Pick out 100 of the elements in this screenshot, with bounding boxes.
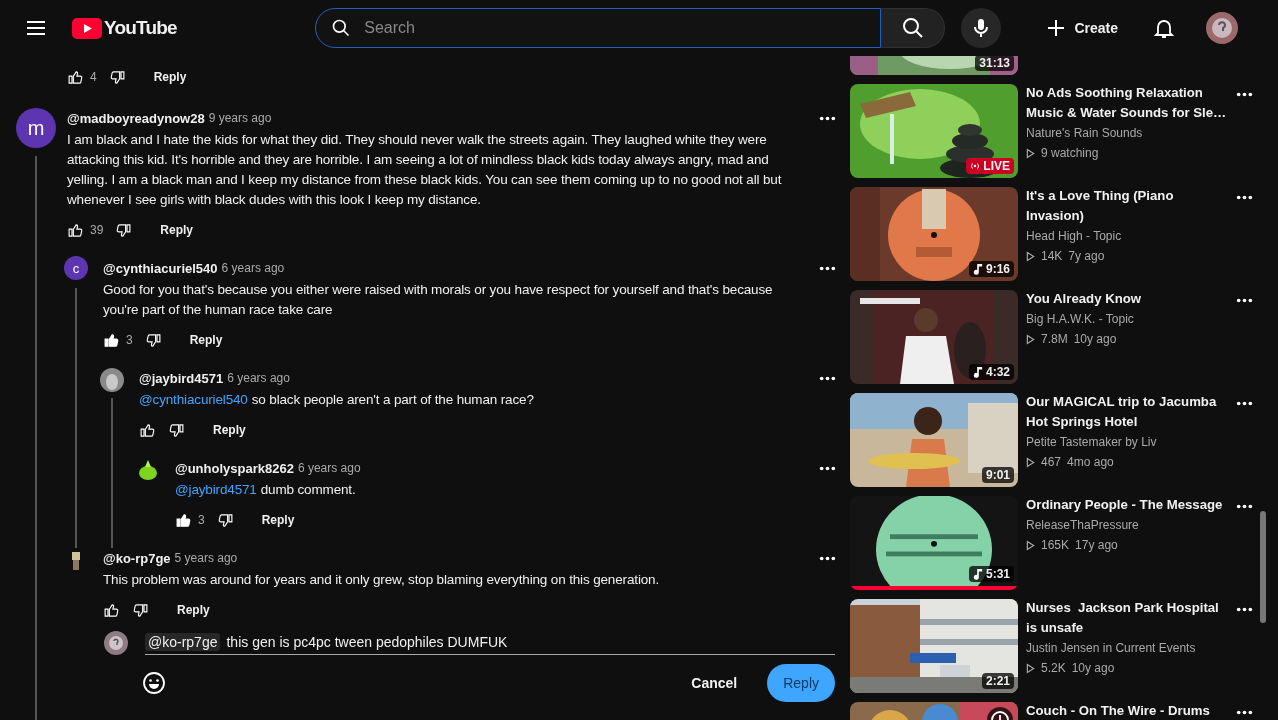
like-icon[interactable] — [67, 221, 84, 239]
like-icon[interactable] — [103, 331, 120, 349]
comment-time[interactable]: 9 years ago — [208, 111, 272, 125]
logo-text[interactable]: YouTube — [104, 17, 177, 39]
video-title[interactable]: No Ads Soothing Relaxation Music & Water Sounds for Sle… — [1026, 83, 1228, 123]
account-avatar[interactable] — [1206, 12, 1238, 44]
reply-button[interactable]: Reply — [207, 419, 252, 441]
search-icon — [900, 16, 925, 40]
avatar[interactable] — [100, 368, 124, 392]
comment-time[interactable]: 6 years ago — [297, 461, 361, 475]
reply-text: this gen is pc4pc tween pedophiles DUMFUK — [226, 634, 508, 650]
search-button[interactable] — [881, 8, 946, 48]
video-title[interactable]: Our MAGICAL trip to Jacumba Hot Springs Hotel — [1026, 392, 1228, 432]
comment-author[interactable]: @jaybird4571 — [139, 370, 224, 386]
like-count: 39 — [90, 223, 104, 237]
scrollbar[interactable] — [1260, 511, 1266, 623]
channel-name[interactable]: Head High - Topic — [1026, 226, 1228, 246]
video-stat: 165K — [1041, 537, 1070, 554]
like-icon[interactable] — [139, 421, 156, 439]
music-note-icon — [972, 366, 983, 378]
video-title[interactable]: It's a Love Thing (Piano Invasion) — [1026, 186, 1228, 226]
reply-button[interactable]: Reply — [154, 219, 200, 241]
dislike-icon[interactable] — [144, 331, 162, 349]
comment-time[interactable]: 6 years ago — [227, 371, 290, 385]
more-icon[interactable] — [819, 556, 836, 561]
mention-link[interactable]: @cynthiacuriel540 — [139, 392, 248, 407]
dislike-icon[interactable] — [115, 221, 133, 239]
video-stat: 467 — [1041, 454, 1062, 471]
cancel-button[interactable]: Cancel — [675, 665, 754, 701]
reply-field[interactable]: @ko-rp7ge this gen is pc4pc tween pedophiles DUMFUK — [145, 630, 835, 655]
avatar[interactable]: m — [16, 108, 56, 148]
mention-chip: @ko-rp7ge — [145, 633, 221, 651]
duration-text: 9:01 — [985, 468, 1010, 482]
avatar[interactable]: c — [64, 256, 88, 280]
dislike-icon[interactable] — [108, 68, 126, 86]
microphone-button[interactable] — [961, 8, 1002, 48]
channel-name[interactable]: Nature's Rain Sounds — [1026, 123, 1228, 143]
video-stat: 9 watching — [1041, 145, 1099, 162]
comment-text: so black people aren't a part of the human race? — [251, 392, 534, 407]
channel-name[interactable]: Petite Tastemaker by Liv — [1026, 432, 1228, 452]
more-icon[interactable] — [1236, 504, 1253, 509]
video-stat: 5.2K — [1041, 660, 1066, 677]
comment-text: This problem was around for years and it only grew, stop blaming everything on this generation. — [103, 572, 660, 587]
like-icon[interactable] — [175, 511, 192, 529]
video-stat: 7y ago — [1068, 248, 1105, 265]
more-icon[interactable] — [1236, 607, 1253, 612]
mention-link[interactable]: @jaybird4571 — [175, 482, 257, 497]
comment-author[interactable]: @cynthiacuriel540 — [103, 260, 218, 276]
play-icon — [1026, 333, 1035, 345]
video-title[interactable]: Nurses Jackson Park Hospital is unsafe — [1026, 598, 1228, 638]
more-icon[interactable] — [819, 466, 836, 471]
channel-name[interactable]: Big H.A.W.K. - Topic — [1026, 309, 1228, 329]
live-text: LIVE — [983, 159, 1010, 173]
more-icon[interactable] — [1236, 710, 1253, 715]
reply-button[interactable]: Reply — [183, 329, 229, 351]
more-icon[interactable] — [1236, 298, 1253, 303]
duration-text: 9:16 — [985, 262, 1010, 276]
dislike-icon[interactable] — [216, 511, 234, 529]
video-stat: 4mo ago — [1067, 454, 1114, 471]
create-button[interactable]: Create — [1032, 10, 1130, 46]
video-title[interactable]: Couch - On The Wire - Drums — [1026, 701, 1228, 720]
avatar[interactable] — [136, 458, 160, 482]
like-icon[interactable] — [67, 68, 84, 86]
more-icon[interactable] — [819, 116, 836, 121]
search-icon — [331, 18, 352, 38]
video-stat: 7.8M — [1041, 331, 1068, 348]
channel-name[interactable]: ReleaseThaPressure — [1026, 515, 1228, 535]
video-title[interactable]: Ordinary People - The Message — [1026, 495, 1228, 515]
more-icon[interactable] — [819, 266, 836, 271]
duration-text: 2:21 — [985, 674, 1010, 688]
reply-button[interactable]: Reply — [147, 66, 193, 88]
comment-time[interactable]: 6 years ago — [221, 261, 285, 275]
comment-author[interactable]: @ko-rp7ge — [103, 550, 171, 566]
more-icon[interactable] — [1236, 92, 1253, 97]
video-title[interactable]: You Already Know — [1026, 289, 1228, 309]
comment-author[interactable]: @unholyspark8262 — [175, 460, 294, 476]
reply-button[interactable]: Reply — [171, 599, 216, 621]
video-stat: 17y ago — [1075, 537, 1118, 554]
dislike-icon[interactable] — [132, 601, 149, 619]
more-icon[interactable] — [819, 376, 836, 381]
like-count: 4 — [90, 70, 97, 84]
comment-text: I am black and I hate the kids for what they did. They should never walk the streets again. They laughed white they were attacking this kid. It's horrible and they are horrible. I am seeing a lot of mindless black kids today always angry, mad and yelling. I am a black man and I keep my distance from these black kids. You can see them coming up to no good not all but whenever I see girls with black dudes with this look I keep my distance. — [67, 132, 782, 207]
comment-author[interactable]: @madboyreadynow28 — [67, 110, 205, 126]
search-field[interactable]: Search — [315, 8, 882, 48]
dislike-icon[interactable] — [168, 421, 185, 439]
like-icon[interactable] — [103, 601, 120, 619]
video-stat: 14K — [1041, 248, 1063, 265]
more-icon[interactable] — [1236, 195, 1253, 200]
emoji-icon[interactable] — [142, 671, 166, 695]
play-icon — [1026, 250, 1035, 262]
more-icon[interactable] — [1236, 401, 1253, 406]
submit-reply-button[interactable]: Reply — [767, 664, 835, 702]
comment-time[interactable]: 5 years ago — [174, 551, 238, 565]
duration-text: 4:32 — [985, 365, 1010, 379]
play-logo-icon — [72, 17, 102, 39]
play-icon — [1026, 662, 1035, 674]
like-count: 3 — [198, 513, 205, 527]
reply-button[interactable]: Reply — [255, 509, 301, 531]
play-icon — [1026, 456, 1035, 468]
channel-name[interactable]: Justin Jensen in Current Events — [1026, 638, 1228, 658]
